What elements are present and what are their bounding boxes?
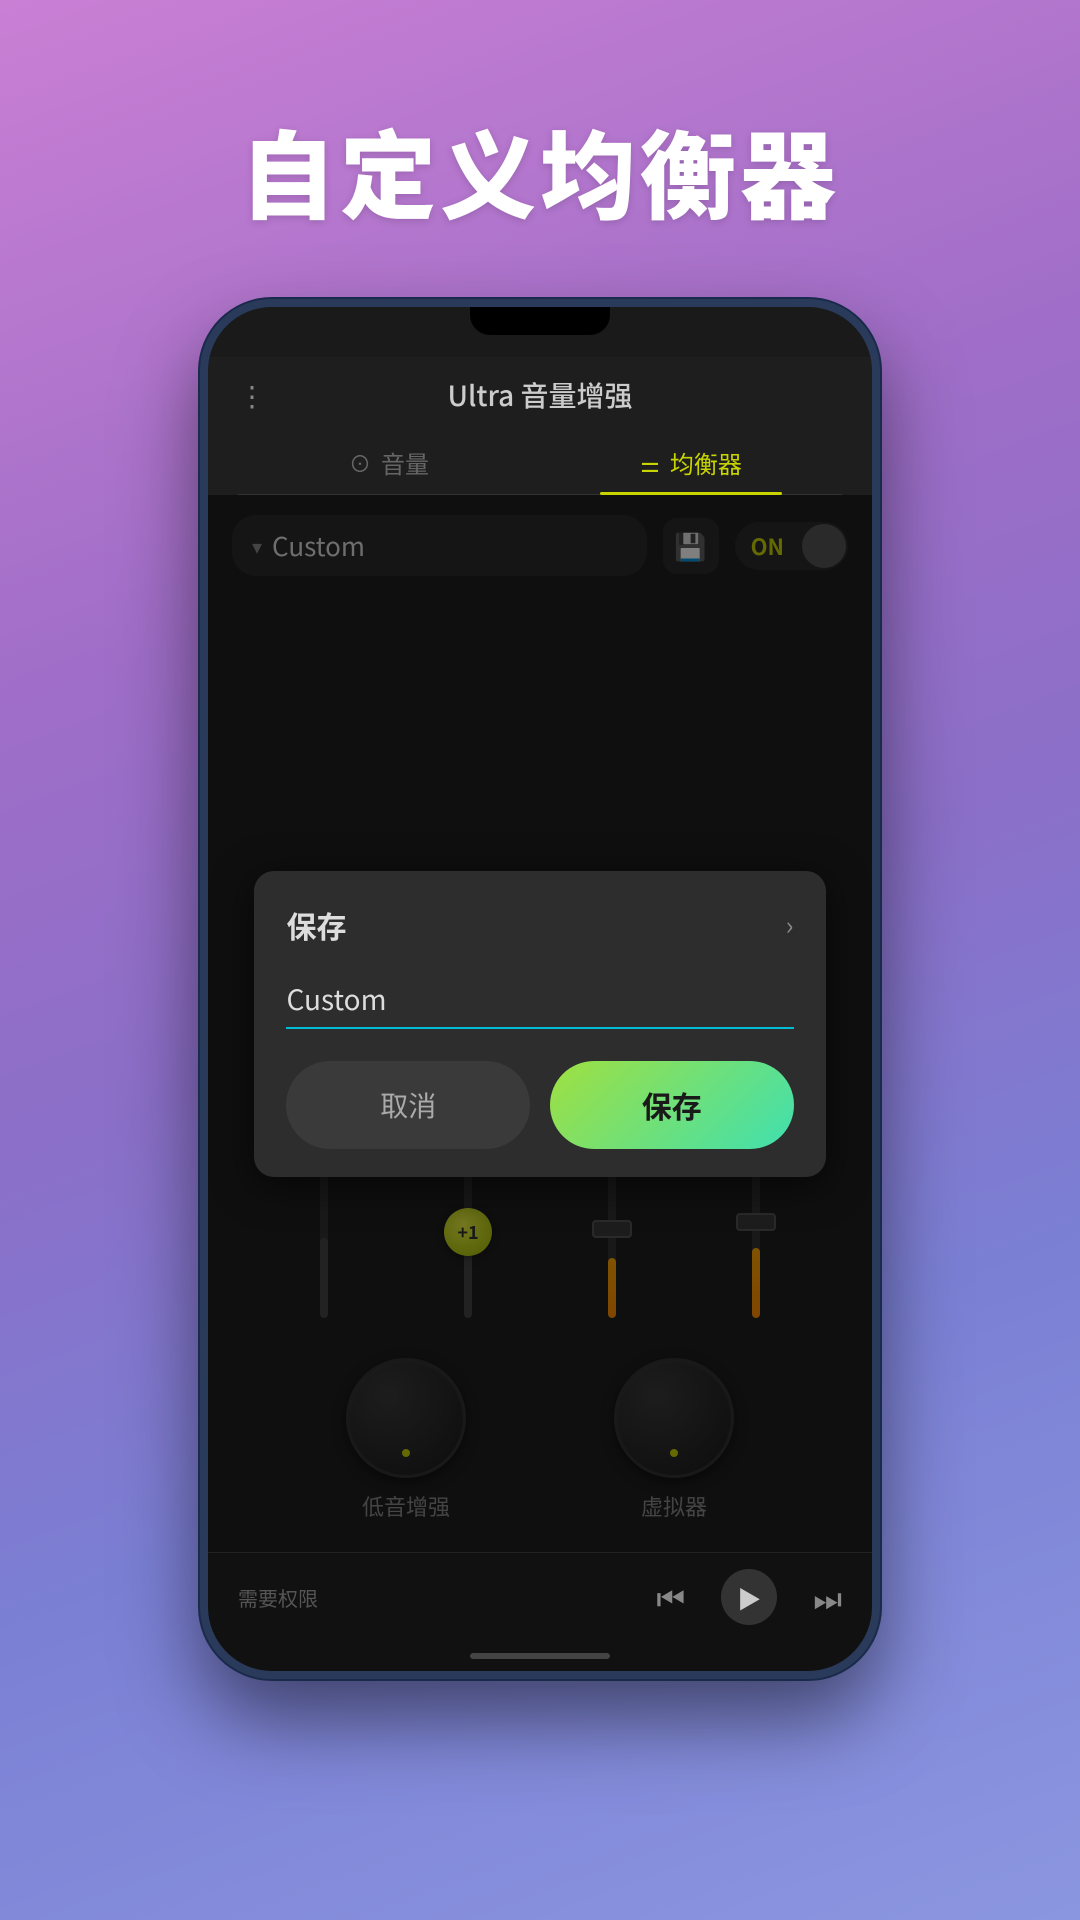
dialog-name-input[interactable] xyxy=(286,971,793,1029)
next-button[interactable]: ⏭ xyxy=(813,1574,842,1620)
header-top: ⋮ Ultra 音量增强 xyxy=(238,375,842,415)
phone-screen: ⋮ Ultra 音量增强 ⊙ 音量 ⚌ 均衡器 ▾ C xyxy=(208,307,872,1671)
tab-bar: ⊙ 音量 ⚌ 均衡器 xyxy=(238,431,842,495)
player-controls: ⏮ ▶ ⏭ xyxy=(656,1569,842,1625)
dialog-input-wrapper xyxy=(286,971,793,1029)
tab-volume[interactable]: ⊙ 音量 xyxy=(238,431,540,494)
dialog-box: 保存 › 取消 保存 xyxy=(254,871,825,1177)
dialog-close-icon[interactable]: › xyxy=(786,906,794,943)
tab-equalizer-label: 均衡器 xyxy=(670,445,742,480)
save-button[interactable]: 保存 xyxy=(550,1061,794,1149)
app-header: ⋮ Ultra 音量增强 ⊙ 音量 ⚌ 均衡器 xyxy=(208,357,872,495)
dialog-buttons: 取消 保存 xyxy=(286,1061,793,1149)
home-bar xyxy=(470,1653,610,1659)
home-indicator xyxy=(208,1641,872,1671)
page-title: 自定义均衡器 xyxy=(240,100,840,239)
dialog-overlay: 保存 › 取消 保存 xyxy=(208,495,872,1552)
cancel-button[interactable]: 取消 xyxy=(286,1061,530,1149)
notch xyxy=(470,307,610,335)
tab-equalizer[interactable]: ⚌ 均衡器 xyxy=(540,431,842,494)
menu-icon[interactable]: ⋮ xyxy=(238,375,268,415)
app-content: ▾ Custom 💾 ON xyxy=(208,495,872,1552)
play-button[interactable]: ▶ xyxy=(721,1569,777,1625)
permission-text: 需要权限 xyxy=(238,1583,318,1612)
prev-button[interactable]: ⏮ xyxy=(656,1574,685,1620)
status-bar xyxy=(208,307,872,357)
volume-tab-icon: ⊙ xyxy=(349,447,371,479)
tab-volume-label: 音量 xyxy=(381,445,429,480)
dialog-header: 保存 › xyxy=(286,903,793,947)
play-icon: ▶ xyxy=(737,1580,761,1615)
eq-tab-icon: ⚌ xyxy=(640,447,660,479)
phone-shell: ⋮ Ultra 音量增强 ⊙ 音量 ⚌ 均衡器 ▾ C xyxy=(200,299,880,1679)
dialog-title: 保存 xyxy=(286,903,346,947)
player-bar: 需要权限 ⏮ ▶ ⏭ xyxy=(208,1552,872,1641)
app-title: Ultra 音量增强 xyxy=(447,375,632,415)
